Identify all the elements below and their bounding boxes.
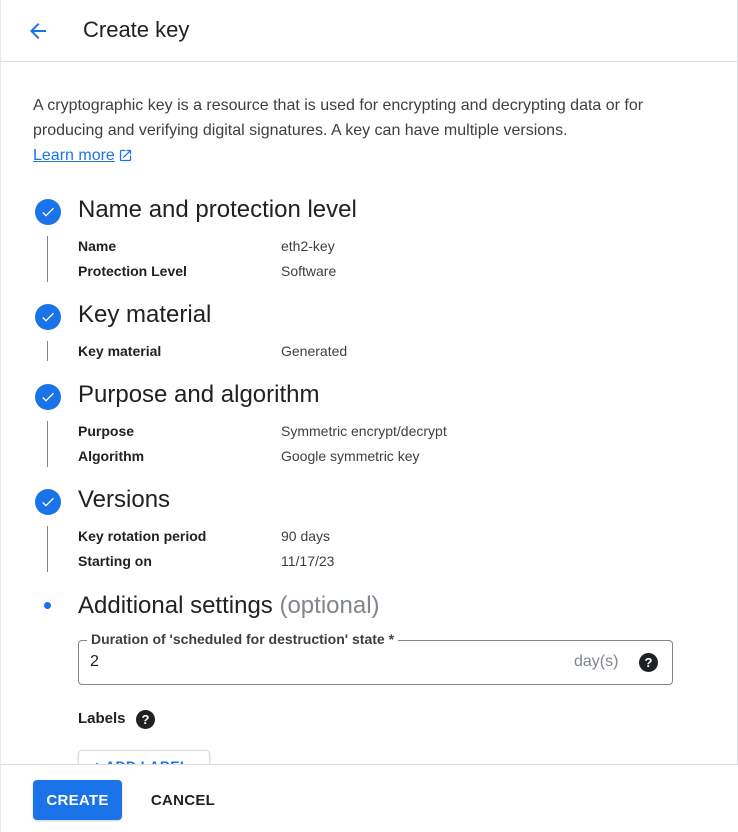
row-value: eth2-key	[281, 238, 335, 254]
step-connector	[47, 421, 48, 467]
check-circle-icon	[35, 304, 61, 330]
row-value: Google symmetric key	[281, 448, 420, 464]
form-content[interactable]: A cryptographic key is a resource that i…	[1, 62, 738, 764]
step-title: Purpose and algorithm	[78, 381, 320, 408]
step-title: Versions	[78, 486, 171, 513]
row-value: 90 days	[281, 528, 331, 544]
learn-more-label: Learn more	[33, 147, 115, 164]
row-label: Purpose	[78, 423, 135, 439]
step-purpose-algorithm[interactable]: Purpose and algorithm	[35, 381, 319, 410]
step-title: Additional settings	[78, 592, 273, 619]
open-in-new-icon	[119, 149, 131, 162]
row-value: Software	[281, 263, 337, 279]
intro-text: A cryptographic key is a resource that i…	[33, 97, 644, 139]
field-label: Duration of 'scheduled for destruction' …	[87, 631, 399, 647]
row-label: Starting on	[78, 553, 152, 569]
step-connector	[47, 236, 48, 282]
arrow-back-icon	[30, 23, 46, 39]
step-versions[interactable]: Versions	[35, 486, 170, 515]
step-additional-settings: Additional settings (optional)	[78, 592, 380, 620]
back-button[interactable]	[23, 16, 53, 46]
action-bar: CREATE CANCEL	[1, 764, 738, 832]
row-value: 11/17/23	[281, 553, 335, 569]
check-circle-icon	[35, 384, 61, 410]
destruction-duration-field[interactable]: Duration of 'scheduled for destruction' …	[78, 631, 673, 685]
row-value: Symmetric encrypt/decrypt	[281, 423, 447, 439]
current-step-dot	[44, 602, 51, 609]
row-label: Key material	[78, 343, 162, 359]
help-icon[interactable]: ?	[639, 653, 658, 672]
page-header: Create key	[1, 0, 738, 62]
add-label-button[interactable]: + ADD LABEL	[78, 750, 210, 764]
step-connector	[47, 341, 48, 361]
row-label: Name	[78, 238, 117, 254]
row-value: Generated	[281, 343, 348, 359]
field-suffix: day(s)	[574, 653, 619, 670]
labels-help-icon[interactable]: ?	[136, 710, 155, 729]
step-name-protection[interactable]: Name and protection level	[35, 196, 357, 225]
check-circle-icon	[35, 199, 61, 225]
row-label: Key rotation period	[78, 528, 207, 544]
create-key-panel: Create key A cryptographic key is a reso…	[0, 0, 738, 832]
create-button[interactable]: CREATE	[33, 780, 122, 820]
optional-tag: (optional)	[279, 592, 380, 619]
page-title: Create key	[83, 17, 190, 42]
destruction-duration-input[interactable]	[90, 653, 550, 671]
row-label: Algorithm	[78, 448, 145, 464]
step-key-material[interactable]: Key material	[35, 301, 211, 330]
check-circle-icon	[35, 489, 61, 515]
cancel-button[interactable]: CANCEL	[141, 780, 225, 820]
step-connector	[47, 526, 48, 572]
row-label: Protection Level	[78, 263, 187, 279]
step-title: Name and protection level	[78, 196, 357, 223]
step-title: Key material	[78, 301, 212, 328]
labels-heading: Labels	[78, 710, 126, 727]
learn-more-link[interactable]: Learn more	[33, 143, 133, 168]
